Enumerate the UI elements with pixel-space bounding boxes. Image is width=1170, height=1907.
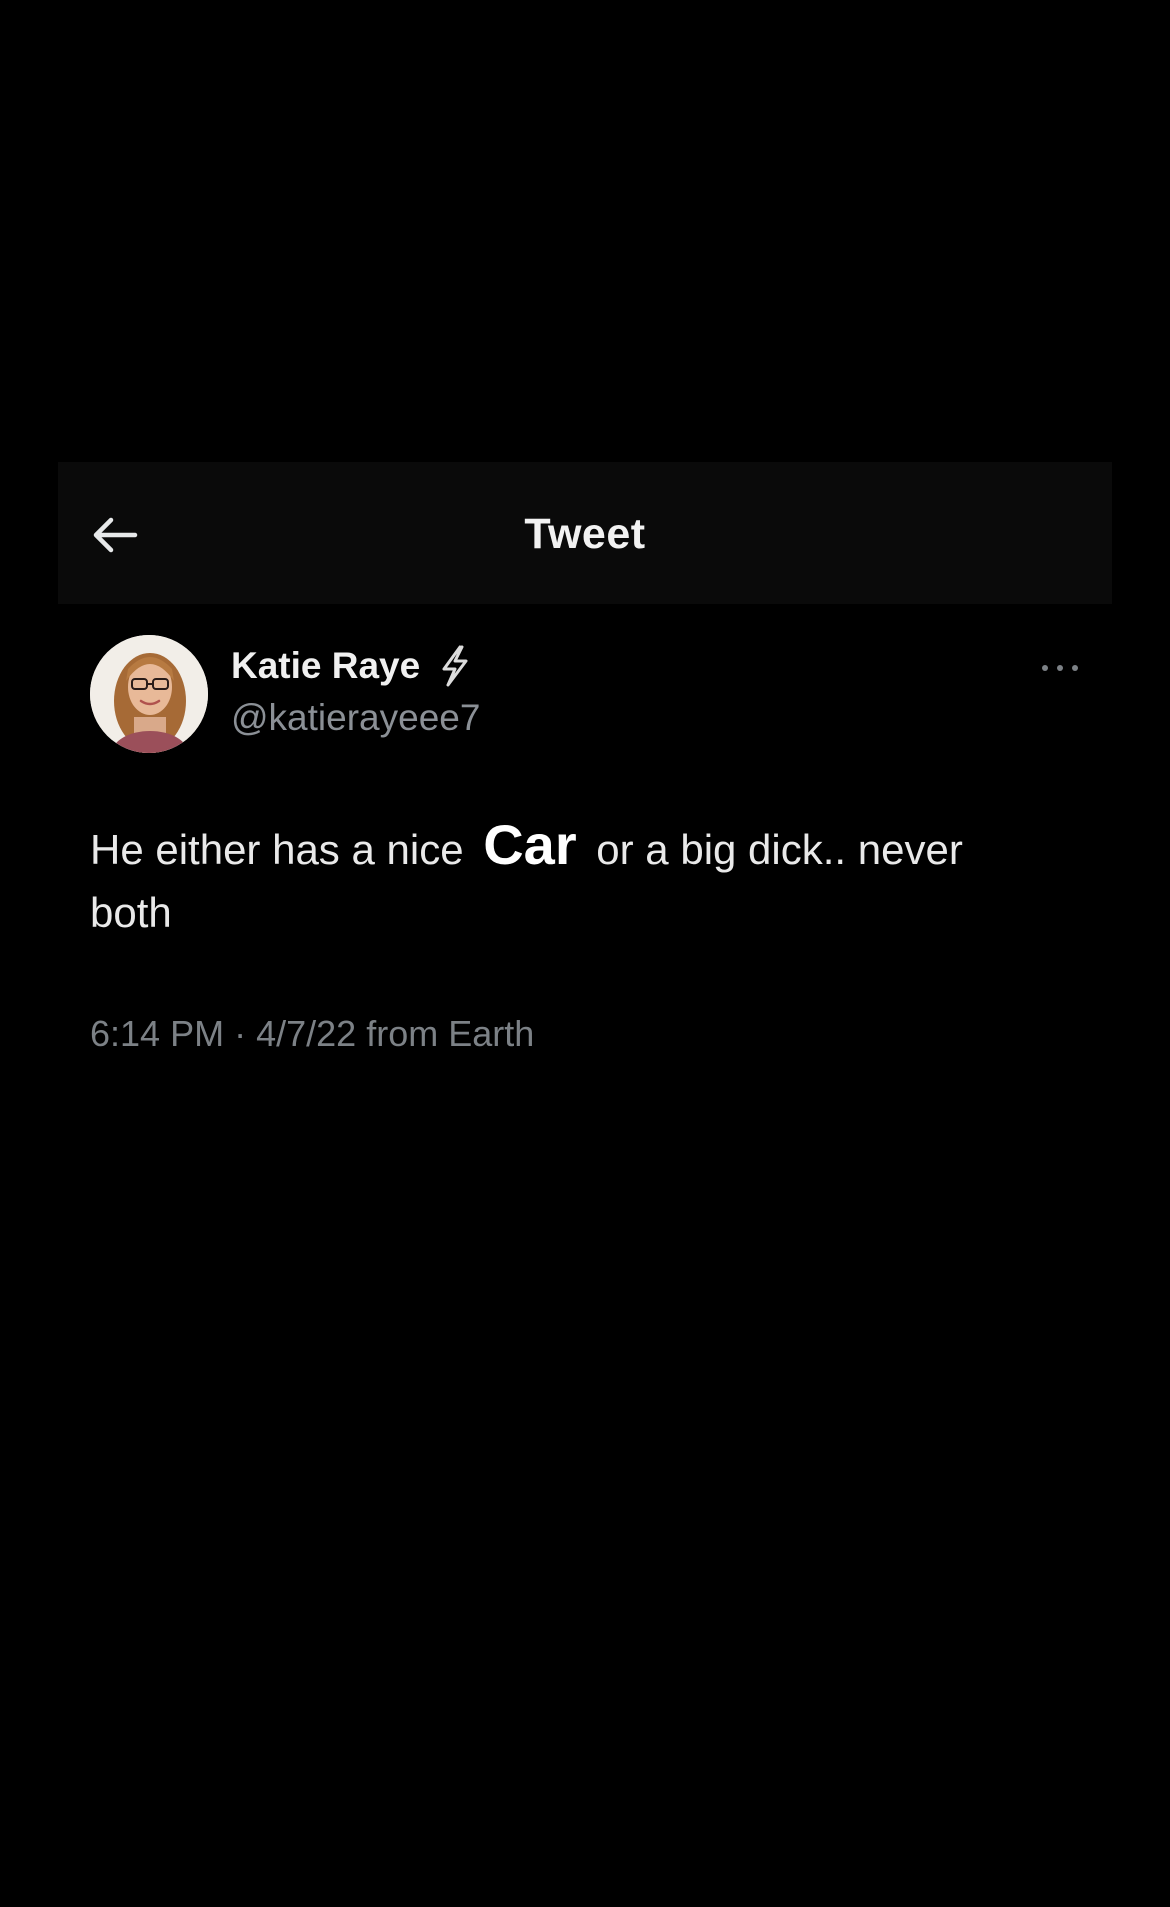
tweet-text-emphasis: Car — [483, 813, 577, 876]
avatar[interactable] — [90, 635, 208, 753]
ellipsis-icon — [1042, 665, 1078, 671]
meta-separator: · — [234, 1013, 247, 1054]
tweet-source: from Earth — [366, 1013, 535, 1054]
lightning-bolt-icon — [436, 645, 472, 687]
tweet-time[interactable]: 6:14 PM — [90, 1013, 224, 1054]
tweet-text-before: He either has a nice — [90, 826, 464, 873]
top-bar: Tweet — [58, 462, 1112, 604]
tweet-meta: 6:14 PM · 4/7/22 from Earth — [90, 1013, 534, 1055]
author-name[interactable]: Katie Raye — [231, 645, 420, 687]
tweet-text: He either has a nice Car or a big dick..… — [90, 813, 1050, 944]
author-name-row: Katie Raye — [231, 645, 472, 687]
more-options-button[interactable] — [1030, 653, 1090, 683]
page-title: Tweet — [524, 510, 646, 558]
tweet-date[interactable]: 4/7/22 — [256, 1013, 356, 1054]
author-handle[interactable]: @katierayeee7 — [231, 697, 480, 739]
